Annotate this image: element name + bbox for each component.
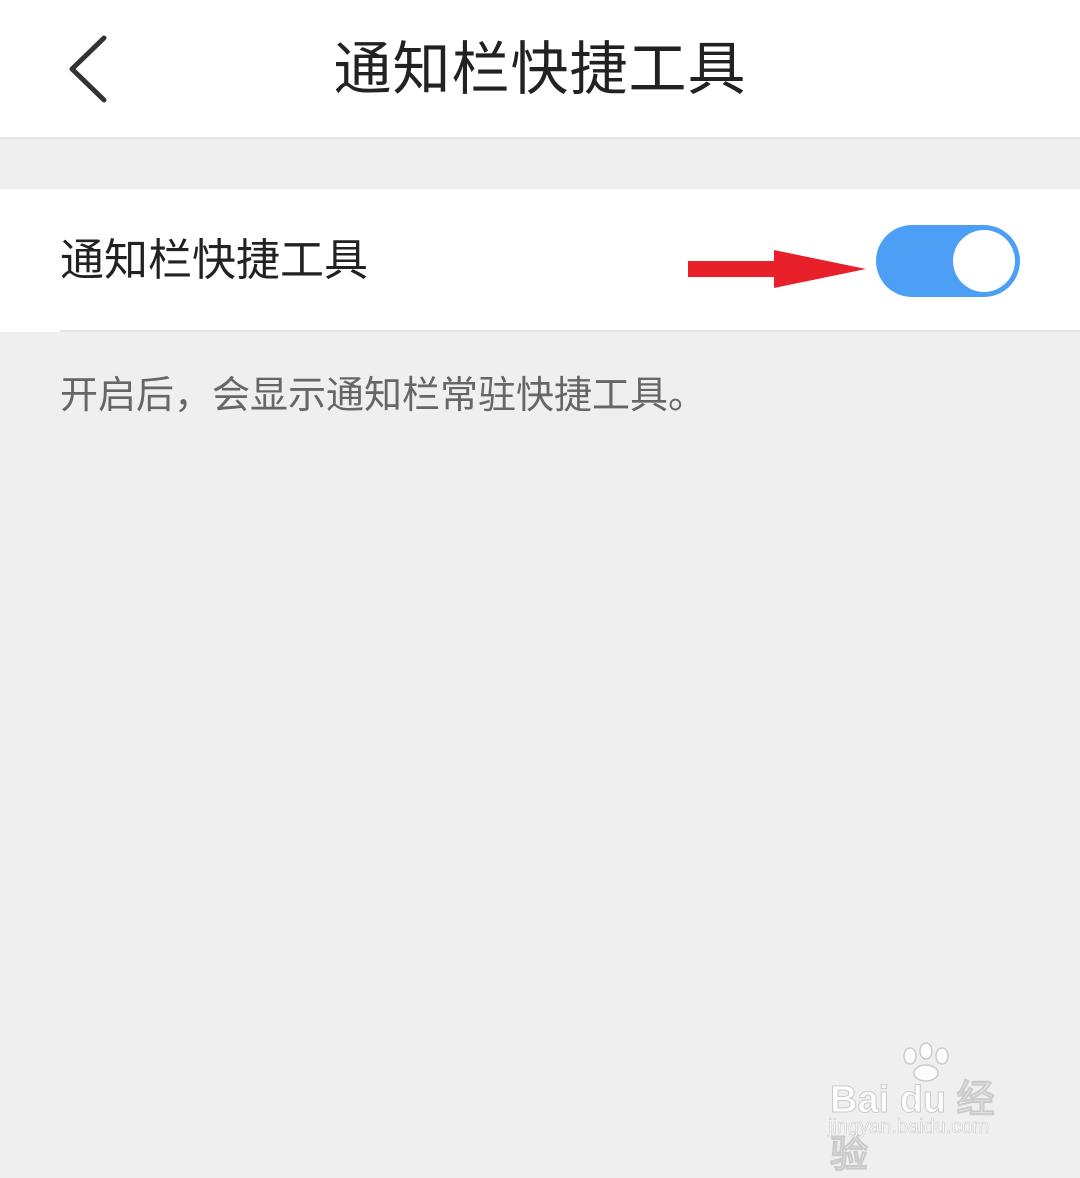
header-bar: 通知栏快捷工具 [0,0,1080,139]
setting-label: 通知栏快捷工具 [60,235,368,286]
notification-tools-toggle[interactable] [876,225,1020,297]
chevron-left-icon [69,35,107,103]
page-title: 通知栏快捷工具 [333,35,747,103]
baidu-jingyan-watermark: Bai du 经验 jingyan.baidu.com [826,1042,1026,1177]
setting-description: 开启后，会显示通知栏常驻快捷工具。 [60,373,707,417]
watermark-url: jingyan.baidu.com [828,1116,990,1139]
back-button[interactable] [44,22,134,116]
toggle-knob [953,230,1015,292]
divider [60,330,1080,332]
red-arrow-icon [688,250,866,288]
